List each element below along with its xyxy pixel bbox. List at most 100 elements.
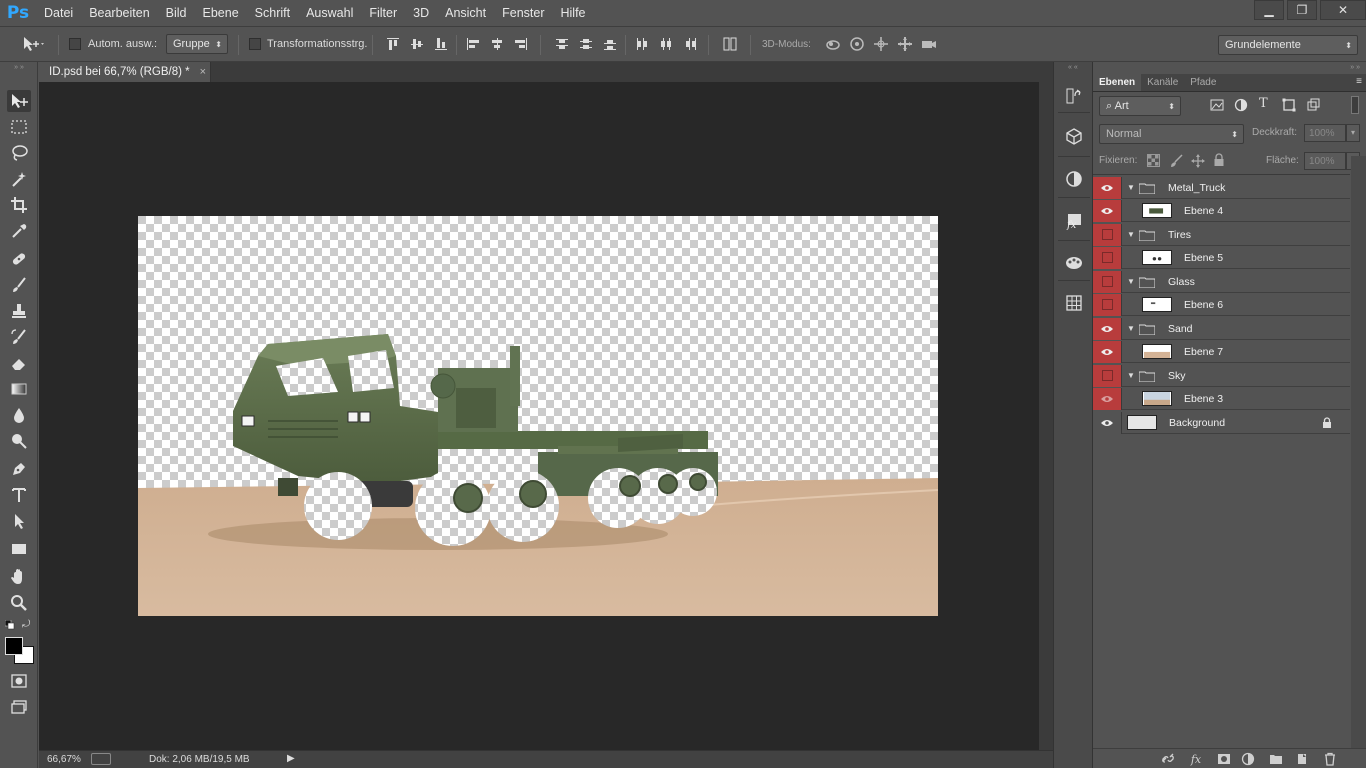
auto-select-mode-dropdown[interactable]: Gruppe ⬍ xyxy=(166,34,228,54)
opacity-dropdown-arrow-icon[interactable]: ▾ xyxy=(1346,124,1360,142)
visibility-toggle[interactable] xyxy=(1093,364,1122,387)
menu-auswahl[interactable]: Auswahl xyxy=(298,0,361,26)
layer-row-ebene-5[interactable]: Ebene 5 xyxy=(1093,246,1350,269)
menu-bearbeiten[interactable]: Bearbeiten xyxy=(81,0,157,26)
visibility-toggle[interactable] xyxy=(1093,223,1122,246)
expand-triangle-icon[interactable]: ▼ xyxy=(1127,183,1137,192)
dodge-tool[interactable] xyxy=(7,430,31,452)
close-button[interactable]: ✕ xyxy=(1320,0,1366,20)
pen-tool[interactable] xyxy=(7,458,31,480)
expand-triangle-icon[interactable]: ▼ xyxy=(1127,324,1137,333)
brush-tool[interactable] xyxy=(7,274,31,296)
eyedropper-tool[interactable] xyxy=(7,220,31,242)
delete-layer-icon[interactable] xyxy=(1323,752,1337,766)
link-layers-icon[interactable] xyxy=(1161,752,1175,766)
3d-pan-icon[interactable] xyxy=(873,36,889,52)
align-right-icon[interactable] xyxy=(513,36,529,52)
lock-position-icon[interactable] xyxy=(1191,154,1205,168)
layer-row-ebene-4[interactable]: Ebene 4 xyxy=(1093,199,1350,222)
layer-row-glass[interactable]: ▼ Glass xyxy=(1093,270,1350,293)
tab-kanaele[interactable]: Kanäle xyxy=(1141,74,1184,91)
canvas[interactable] xyxy=(138,216,938,616)
menu-hilfe[interactable]: Hilfe xyxy=(553,0,594,26)
workspace-dropdown[interactable]: Grundelemente ⬍ xyxy=(1218,35,1358,55)
filter-shape-icon[interactable] xyxy=(1282,98,1296,112)
close-tab-icon[interactable]: × xyxy=(200,66,206,78)
clone-stamp-tool[interactable] xyxy=(7,300,31,322)
screen-mode-button[interactable] xyxy=(7,696,31,718)
tab-ebenen[interactable]: Ebenen xyxy=(1093,74,1142,91)
lock-transparent-icon[interactable] xyxy=(1147,154,1160,167)
filter-smart-object-icon[interactable] xyxy=(1306,98,1320,112)
new-layer-icon[interactable] xyxy=(1295,752,1309,766)
visibility-toggle[interactable] xyxy=(1093,317,1122,340)
minimize-button[interactable]: ▁ xyxy=(1254,0,1284,20)
magic-wand-tool[interactable] xyxy=(7,168,31,190)
move-tool[interactable] xyxy=(7,90,31,112)
hand-tool[interactable] xyxy=(7,566,31,588)
menu-fenster[interactable]: Fenster xyxy=(494,0,552,26)
layer-row-ebene-7[interactable]: Ebene 7 xyxy=(1093,340,1350,363)
menu-schrift[interactable]: Schrift xyxy=(247,0,298,26)
swatches-panel-button[interactable] xyxy=(1062,250,1086,274)
filter-type-icon[interactable]: T xyxy=(1259,96,1268,111)
collapse-arrows-icon[interactable]: « « xyxy=(1068,64,1078,71)
filter-toggle-switch[interactable] xyxy=(1351,96,1359,114)
new-group-icon[interactable] xyxy=(1269,752,1283,766)
lock-all-icon[interactable] xyxy=(1213,153,1225,167)
fill-input[interactable]: 100% xyxy=(1304,152,1346,170)
align-bottom-icon[interactable] xyxy=(433,36,449,52)
tab-pfade[interactable]: Pfade xyxy=(1184,74,1222,91)
type-tool[interactable] xyxy=(7,484,31,506)
path-selection-tool[interactable] xyxy=(7,510,31,532)
history-panel-button[interactable] xyxy=(1062,84,1086,108)
tool-preset-picker[interactable] xyxy=(20,35,46,53)
gradient-tool[interactable] xyxy=(7,378,31,400)
3d-panel-button[interactable] xyxy=(1062,124,1086,148)
layer-row-ebene-3[interactable]: Ebene 3 xyxy=(1093,387,1350,410)
restore-button[interactable]: ❐ xyxy=(1287,0,1317,20)
align-top-icon[interactable] xyxy=(385,36,401,52)
marquee-tool[interactable] xyxy=(7,116,31,138)
lasso-tool[interactable] xyxy=(7,142,31,164)
lock-pixels-icon[interactable] xyxy=(1169,154,1183,168)
grid-panel-button[interactable] xyxy=(1062,291,1086,315)
menu-bild[interactable]: Bild xyxy=(158,0,195,26)
layer-row-background[interactable]: Background xyxy=(1093,411,1350,434)
3d-orbit-icon[interactable] xyxy=(825,36,841,52)
expand-triangle-icon[interactable]: ▼ xyxy=(1127,371,1137,380)
foreground-color-swatch[interactable] xyxy=(5,637,23,655)
layer-row-sand[interactable]: ▼ Sand xyxy=(1093,317,1350,340)
visibility-toggle[interactable] xyxy=(1093,199,1122,222)
eraser-tool[interactable] xyxy=(7,352,31,374)
zoom-tool[interactable] xyxy=(7,592,31,614)
menu-3d[interactable]: 3D xyxy=(405,0,437,26)
layer-filter-dropdown[interactable]: ⌕ Art ⬍ xyxy=(1099,96,1181,116)
align-horizontal-center-icon[interactable] xyxy=(489,36,505,52)
visibility-toggle[interactable] xyxy=(1093,293,1122,316)
quick-mask-button[interactable] xyxy=(7,670,31,692)
healing-brush-tool[interactable] xyxy=(7,248,31,270)
3d-roll-icon[interactable] xyxy=(849,36,865,52)
filter-adjustment-icon[interactable] xyxy=(1234,98,1248,112)
status-menu-arrow-icon[interactable]: ▶ xyxy=(287,753,295,764)
crop-tool[interactable] xyxy=(7,194,31,216)
align-vertical-center-icon[interactable] xyxy=(409,36,425,52)
rectangle-tool[interactable] xyxy=(7,538,31,560)
layer-row-ebene-6[interactable]: Ebene 6 xyxy=(1093,293,1350,316)
new-adjustment-layer-icon[interactable] xyxy=(1241,752,1255,766)
status-preview-icon[interactable] xyxy=(91,753,111,765)
default-colors-icon[interactable] xyxy=(4,619,15,630)
visibility-toggle[interactable] xyxy=(1093,270,1122,293)
auto-select-checkbox[interactable] xyxy=(69,38,81,50)
layer-row-metal-truck[interactable]: ▼ Metal_Truck xyxy=(1093,176,1350,199)
align-left-icon[interactable] xyxy=(465,36,481,52)
document-tab[interactable]: ID.psd bei 66,7% (RGB/8) * × xyxy=(39,62,211,82)
visibility-toggle[interactable] xyxy=(1093,340,1122,363)
menu-datei[interactable]: Datei xyxy=(36,0,81,26)
collapse-arrows-icon[interactable]: » » xyxy=(1350,64,1360,71)
visibility-toggle[interactable] xyxy=(1093,411,1122,434)
transform-controls-checkbox[interactable] xyxy=(249,38,261,50)
add-mask-icon[interactable] xyxy=(1217,752,1231,766)
distribute-right-icon[interactable] xyxy=(682,36,698,52)
